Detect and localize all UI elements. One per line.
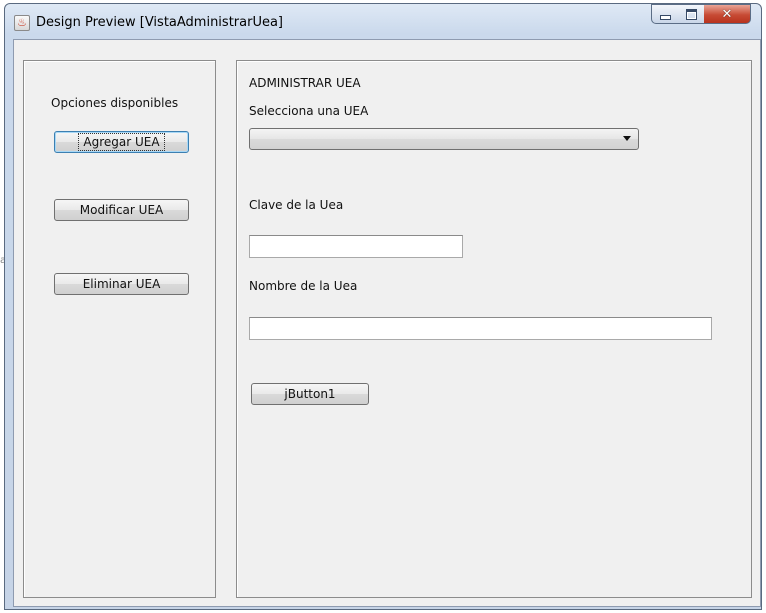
- nombre-label: Nombre de la Uea: [249, 279, 358, 293]
- maximize-button[interactable]: [678, 4, 705, 24]
- options-heading: Opciones disponibles: [51, 96, 179, 110]
- page-title: ADMINISTRAR UEA: [249, 76, 361, 90]
- java-cup-icon: ♨: [14, 15, 30, 31]
- jbutton1-label: jButton1: [284, 387, 336, 401]
- title-bar[interactable]: ♨ Design Preview [VistaAdministrarUea] ✕: [5, 4, 761, 40]
- minimize-button[interactable]: [651, 4, 679, 24]
- administrar-uea-panel: ADMINISTRAR UEA Selecciona una UEA Clave…: [236, 60, 752, 598]
- options-panel: Opciones disponibles Agregar UEA Modific…: [23, 60, 216, 598]
- nombre-input[interactable]: [249, 317, 712, 340]
- window-title: Design Preview [VistaAdministrarUea]: [36, 15, 283, 30]
- clave-input[interactable]: [249, 235, 463, 258]
- maximize-icon: [685, 8, 697, 20]
- eliminar-uea-button[interactable]: Eliminar UEA: [54, 273, 189, 295]
- jbutton1-button[interactable]: jButton1: [251, 383, 369, 405]
- agregar-uea-button[interactable]: Agregar UEA: [54, 131, 189, 153]
- close-icon: ✕: [721, 6, 733, 22]
- modificar-uea-label: Modificar UEA: [79, 203, 164, 217]
- modificar-uea-button[interactable]: Modificar UEA: [54, 199, 189, 221]
- content-pane: Opciones disponibles Agregar UEA Modific…: [13, 39, 761, 607]
- eliminar-uea-label: Eliminar UEA: [82, 277, 161, 291]
- dropdown-arrow-icon: [623, 136, 631, 141]
- close-button[interactable]: ✕: [704, 4, 751, 24]
- minimize-icon: [659, 15, 671, 20]
- design-preview-window: ♨ Design Preview [VistaAdministrarUea] ✕…: [4, 3, 762, 610]
- uea-select[interactable]: [249, 128, 639, 150]
- clave-label: Clave de la Uea: [249, 198, 344, 212]
- select-uea-label: Selecciona una UEA: [249, 104, 369, 118]
- agregar-uea-label: Agregar UEA: [78, 133, 165, 151]
